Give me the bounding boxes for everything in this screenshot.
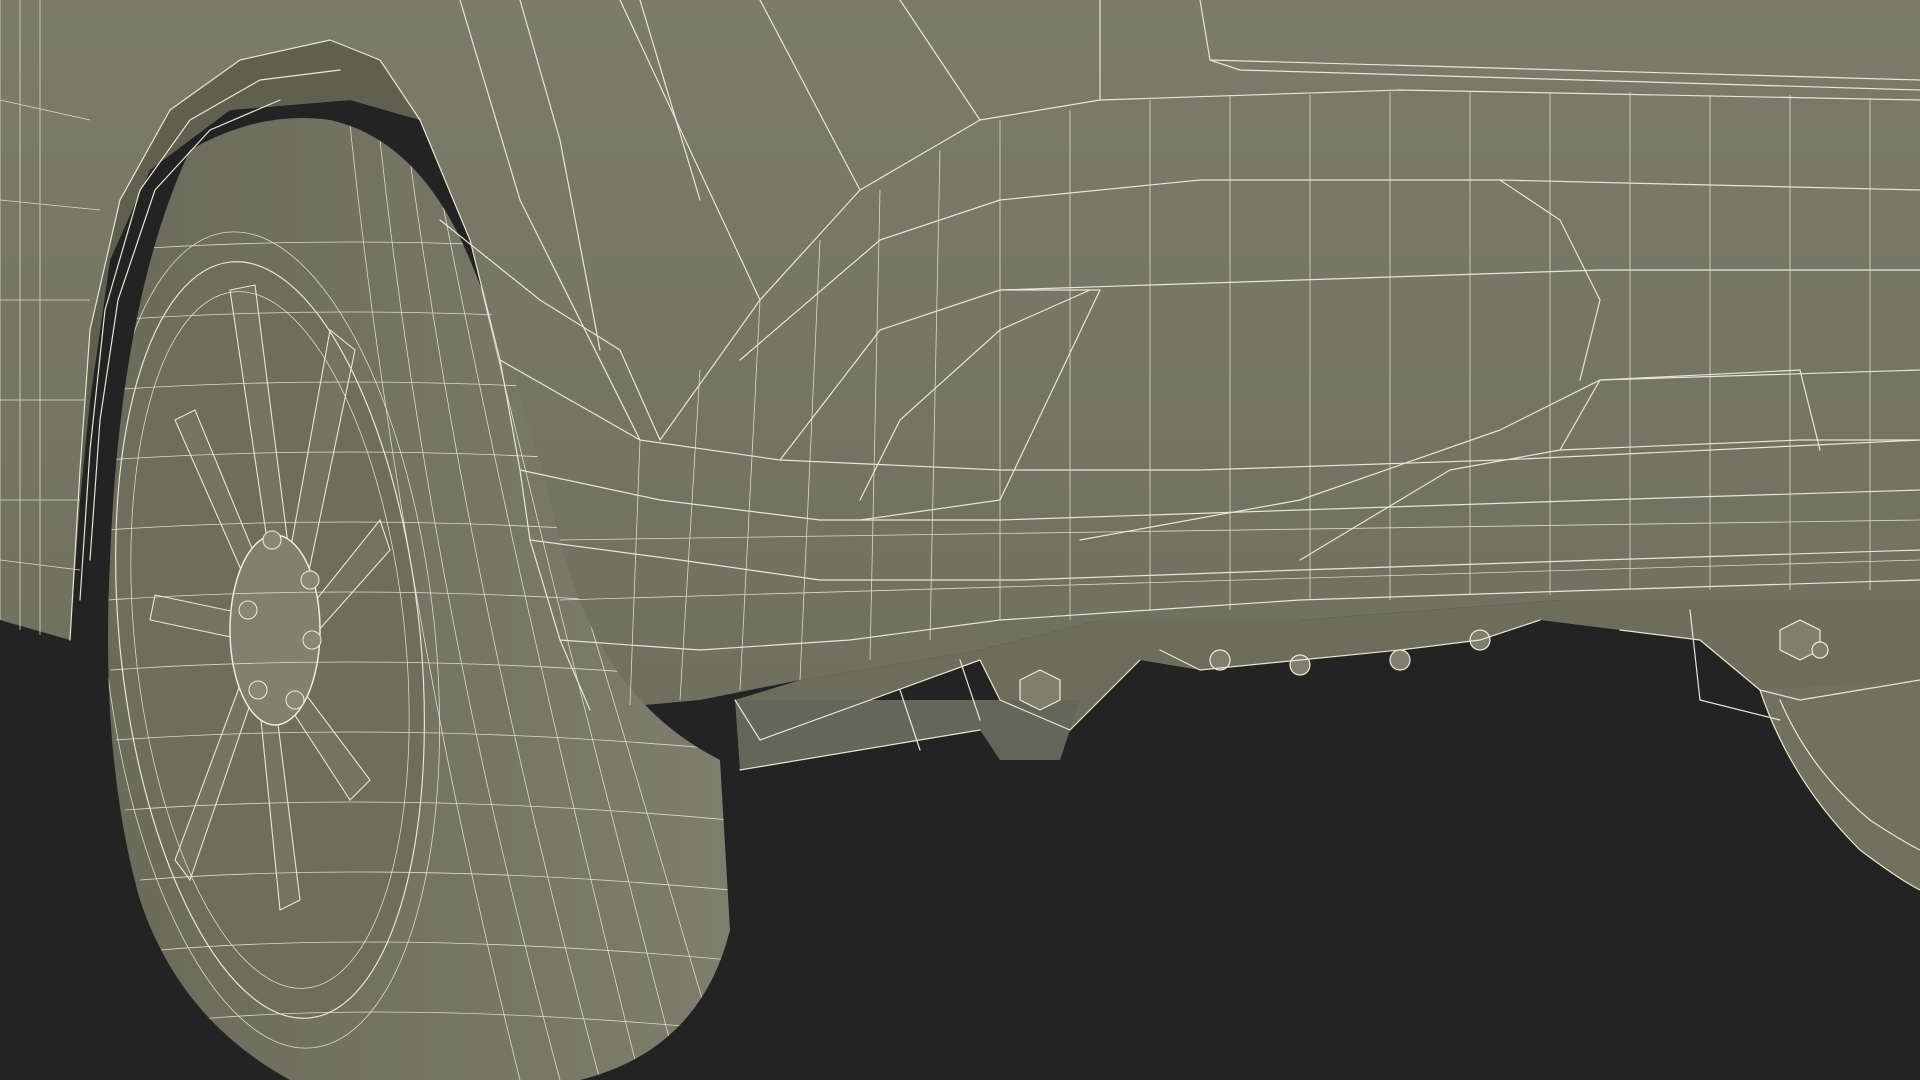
wheel-hub: [229, 534, 321, 726]
wireframe-render: [0, 0, 1920, 1080]
wireframe-viewport: [0, 0, 1920, 1080]
